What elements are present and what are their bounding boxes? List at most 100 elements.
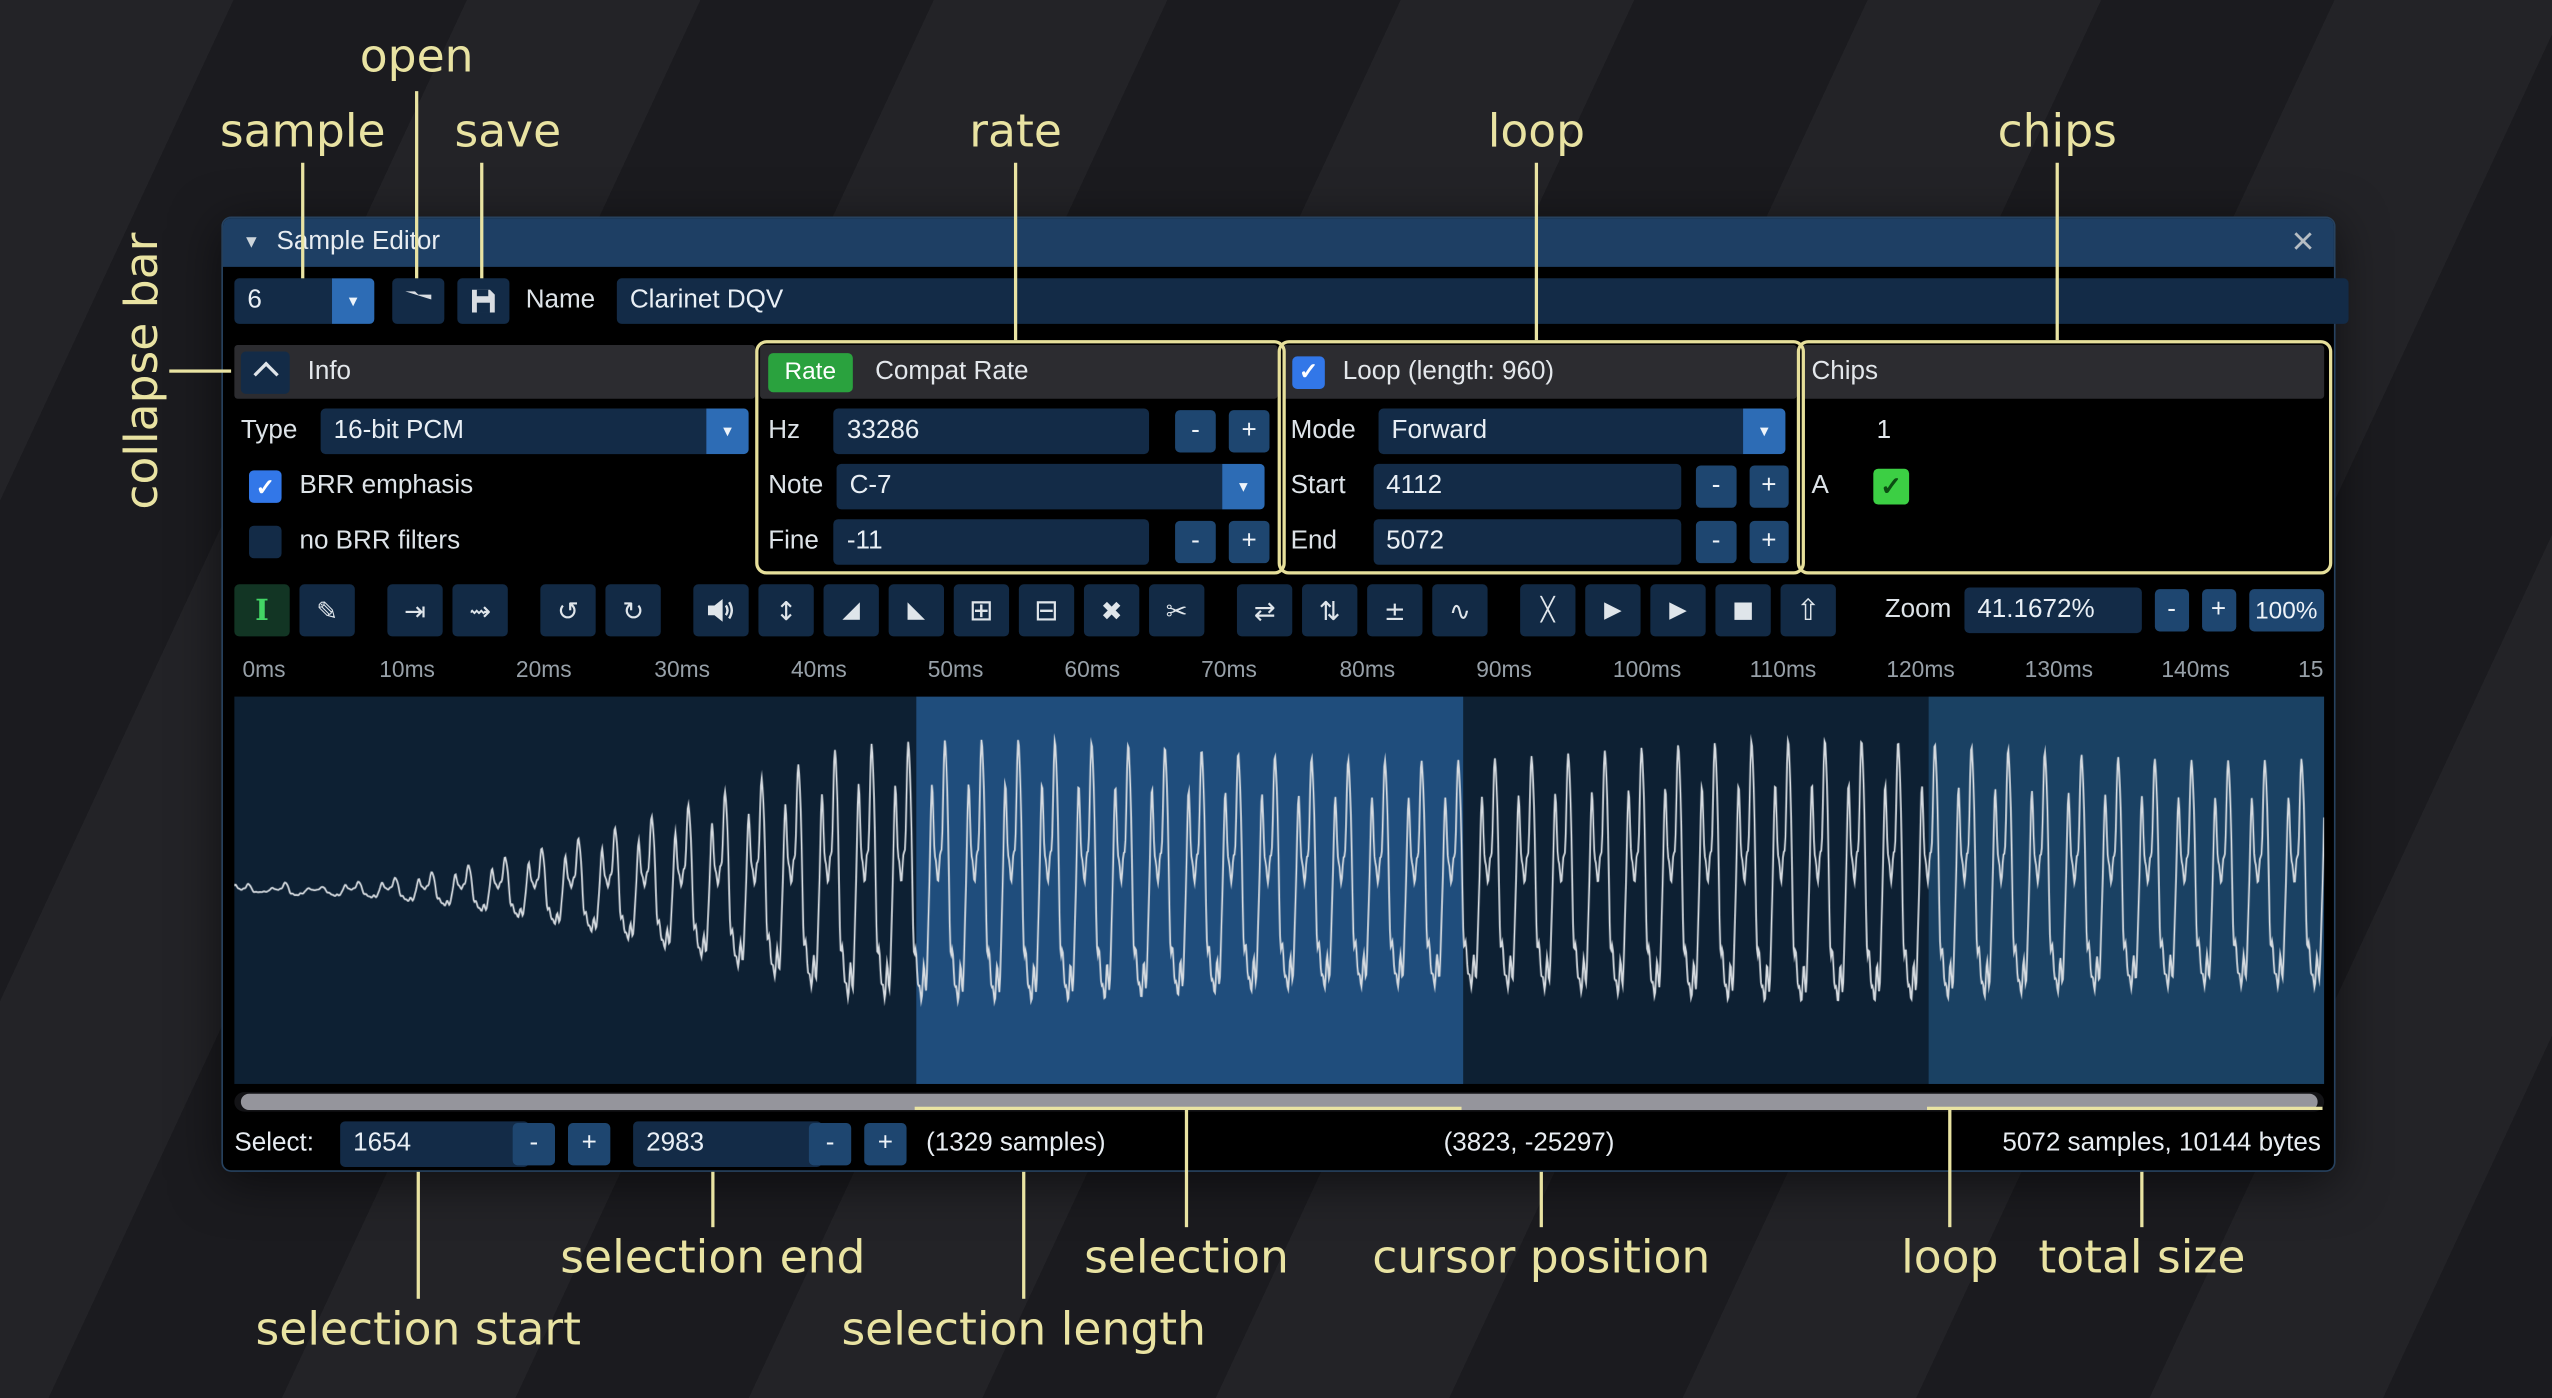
waveform-canvas — [234, 697, 2324, 1084]
filter-button[interactable]: ∿ — [1432, 584, 1487, 636]
selection-start-decrease-button[interactable]: - — [513, 1123, 555, 1165]
loop-end-increase-button[interactable]: + — [1749, 521, 1789, 563]
note-dropdown-button[interactable]: ▼ — [1222, 464, 1264, 510]
create-wavetable-button[interactable]: ⇧ — [1781, 584, 1836, 636]
loop-end-value: 5072 — [1386, 527, 1444, 556]
stop-icon: ■ — [1732, 597, 1754, 623]
annotation-line-open — [415, 91, 418, 278]
type-dropdown-button[interactable]: ▼ — [706, 409, 748, 455]
preview-loop-button[interactable]: ▶ — [1650, 584, 1705, 636]
sample-selector[interactable]: 6 ▼ — [234, 278, 374, 324]
hz-decrease-button[interactable]: - — [1175, 410, 1216, 452]
fine-decrease-button[interactable]: - — [1175, 521, 1216, 563]
fine-increase-button[interactable]: + — [1229, 521, 1270, 563]
zoom-value: 41.1672% — [1977, 596, 2094, 625]
loop-mode-dropdown-button[interactable]: ▼ — [1743, 409, 1785, 455]
name-input[interactable]: Clarinet DQV — [617, 278, 2349, 324]
ruler-label: 80ms — [1339, 656, 1395, 682]
window-collapse-icon[interactable]: ▼ — [243, 233, 261, 253]
zoom-in-button[interactable]: + — [2202, 589, 2236, 631]
note-selector[interactable]: C-7 ▼ — [837, 464, 1265, 510]
check-icon: ✓ — [1880, 470, 1902, 503]
loop-start-increase-button[interactable]: + — [1749, 465, 1789, 507]
annotation-loop-bottom: loop — [1901, 1230, 1998, 1284]
upload-icon: ⇧ — [1796, 593, 1821, 627]
reverse-button[interactable]: ⇄ — [1237, 584, 1292, 636]
hz-input[interactable]: 33286 — [834, 409, 1149, 455]
selection-end-input[interactable]: 2983 — [633, 1121, 822, 1167]
trim-button[interactable]: ✂ — [1149, 584, 1204, 636]
fade-in-button[interactable]: ◢ — [824, 584, 879, 636]
loop-end-input[interactable]: 5072 — [1373, 519, 1682, 565]
zoom-input[interactable]: 41.1672% — [1964, 588, 2141, 634]
annotation-line-selection-end — [711, 1172, 714, 1227]
selection-start-input[interactable]: 1654 — [340, 1121, 529, 1167]
select-label: Select: — [234, 1121, 314, 1167]
delete-button[interactable]: ✖ — [1084, 584, 1139, 636]
close-icon[interactable]: × — [2292, 223, 2315, 262]
ruler-label: 0ms — [243, 656, 286, 682]
selection-length-text: (1329 samples) — [926, 1121, 1105, 1167]
collapse-bar-button[interactable] — [241, 351, 290, 393]
crossfade-button[interactable]: ╳ — [1520, 584, 1575, 636]
selection-start-increase-button[interactable]: + — [568, 1123, 610, 1165]
select-mode-button[interactable]: I — [234, 584, 289, 636]
draw-mode-button[interactable]: ✎ — [299, 584, 354, 636]
apply-silence-button[interactable]: ⊟ — [1019, 584, 1074, 636]
loop-mode-value: Forward — [1379, 417, 1744, 446]
chips-panel-header: Chips — [1802, 345, 2324, 399]
rate-tab[interactable]: Rate — [768, 352, 852, 391]
resize-button[interactable]: ⇥ — [387, 584, 442, 636]
check-icon: ✓ — [1299, 358, 1318, 386]
annotation-total-size: total size — [2038, 1230, 2245, 1284]
sign-invert-button[interactable]: ± — [1367, 584, 1422, 636]
sample-dropdown-button[interactable]: ▼ — [332, 278, 374, 324]
timeline-ruler: 0ms 10ms 20ms 30ms 40ms 50ms 60ms 70ms 8… — [234, 649, 2324, 688]
fade-out-button[interactable]: ◣ — [889, 584, 944, 636]
no-brr-filters-checkbox[interactable] — [249, 526, 282, 559]
fine-input[interactable]: -11 — [834, 519, 1149, 565]
sign-invert-icon: ± — [1384, 595, 1406, 626]
loop-start-value: 4112 — [1386, 472, 1442, 501]
invert-button[interactable]: ⇅ — [1302, 584, 1357, 636]
loop-start-input[interactable]: 4112 — [1373, 464, 1682, 510]
annotation-line-save — [480, 163, 483, 279]
brr-emphasis-checkbox[interactable]: ✓ — [249, 470, 282, 503]
hz-increase-button[interactable]: + — [1229, 410, 1270, 452]
amplify-button[interactable] — [693, 584, 748, 636]
loop-end-decrease-button[interactable]: - — [1696, 521, 1736, 563]
loop-enable-checkbox[interactable]: ✓ — [1292, 356, 1325, 389]
loop-mode-selector[interactable]: Forward ▼ — [1379, 409, 1786, 455]
titlebar[interactable]: ▼ Sample Editor × — [223, 218, 2334, 267]
crossfade-icon: ╳ — [1541, 597, 1555, 623]
type-selector[interactable]: 16-bit PCM ▼ — [321, 409, 749, 455]
loop-panel-header: ✓ Loop (length: 960) — [1283, 345, 1797, 399]
chip-a-checkbox[interactable]: ✓ — [1873, 469, 1909, 505]
annotation-selection-end: selection end — [560, 1230, 865, 1284]
normalize-button[interactable]: ↕ — [758, 584, 813, 636]
zoom-out-button[interactable]: - — [2155, 589, 2189, 631]
chips-panel-title: Chips — [1811, 357, 1878, 386]
ruler-label: 90ms — [1476, 656, 1532, 682]
loop-start-decrease-button[interactable]: - — [1696, 465, 1736, 507]
ibeam-cursor-icon: I — [255, 593, 269, 627]
waveform-view[interactable] — [234, 697, 2324, 1084]
annotation-sample: sample — [220, 104, 386, 158]
undo-button[interactable]: ↺ — [540, 584, 595, 636]
ruler-label: 150ms — [2298, 656, 2324, 682]
preview-button[interactable]: ▶ — [1585, 584, 1640, 636]
zoom-reset-button[interactable]: 100% — [2248, 589, 2324, 631]
hz-label: Hz — [768, 417, 834, 446]
annotation-line-chips — [2056, 163, 2059, 340]
compat-rate-tab[interactable]: Compat Rate — [875, 357, 1028, 386]
save-button[interactable] — [457, 278, 509, 324]
insert-silence-button[interactable]: ⊞ — [954, 584, 1009, 636]
redo-button[interactable]: ↻ — [605, 584, 660, 636]
note-value: C-7 — [837, 472, 1223, 501]
zoom-label: Zoom — [1885, 596, 1952, 625]
stop-preview-button[interactable]: ■ — [1715, 584, 1770, 636]
selection-end-decrease-button[interactable]: - — [809, 1123, 851, 1165]
resample-button[interactable]: ⇝ — [452, 584, 507, 636]
open-button[interactable] — [392, 278, 444, 324]
selection-end-increase-button[interactable]: + — [864, 1123, 906, 1165]
